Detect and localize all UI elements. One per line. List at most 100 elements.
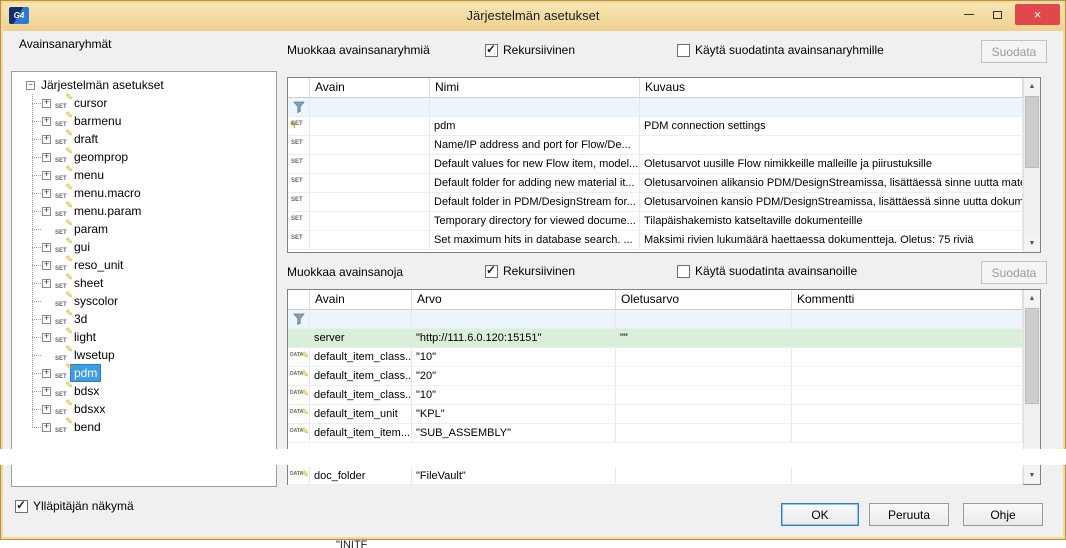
cell-kommentti[interactable] — [792, 367, 1023, 385]
tree-item-label-selected[interactable]: pdm — [71, 365, 100, 381]
filter-cell[interactable] — [310, 98, 430, 116]
expander-icon[interactable] — [42, 117, 51, 126]
tree-item-label[interactable]: draft — [71, 131, 101, 147]
cell-avain[interactable]: default_item_class... — [310, 367, 412, 385]
tree-item-barmenu[interactable]: barmenu — [12, 112, 276, 130]
table-row[interactable]: default_item_class... "10" — [288, 348, 1023, 367]
tree-item-lwsetup[interactable]: lwsetup — [12, 346, 276, 364]
tree-item-label[interactable]: sheet — [71, 275, 106, 291]
expander-icon[interactable] — [42, 423, 51, 432]
maximize-button[interactable] — [983, 4, 1012, 25]
tree-item-reso-unit[interactable]: reso_unit — [12, 256, 276, 274]
checkbox-checked-icon[interactable] — [485, 265, 498, 278]
tree-item-label[interactable]: light — [71, 329, 99, 345]
table-row[interactable]: Default folder for adding new material i… — [288, 174, 1023, 193]
cell-kommentti[interactable] — [792, 348, 1023, 366]
table-row[interactable]: default_item_unit "KPL" — [288, 405, 1023, 424]
filter-cell[interactable] — [640, 98, 1023, 116]
cell-kuvaus[interactable]: Maksimi rivien lukumäärä haettaessa doku… — [640, 231, 1023, 249]
tree-item-light[interactable]: light — [12, 328, 276, 346]
expander-icon[interactable] — [42, 189, 51, 198]
table-row[interactable]: Temporary directory for viewed docume...… — [288, 212, 1023, 231]
cell-kommentti[interactable] — [792, 386, 1023, 404]
column-header-oletusarvo[interactable]: Oletusarvo — [616, 290, 792, 309]
cell-arvo[interactable]: "10" — [412, 348, 616, 366]
column-header-avain[interactable]: Avain — [310, 78, 430, 97]
filter-cell[interactable] — [792, 310, 1023, 328]
tree-item-3d[interactable]: 3d — [12, 310, 276, 328]
table-row[interactable]: default_item_item... "SUB_ASSEMBLY" — [288, 424, 1023, 443]
tree-item-draft[interactable]: draft — [12, 130, 276, 148]
expander-icon[interactable] — [42, 333, 51, 342]
tree-item-label[interactable]: gui — [71, 239, 93, 255]
cell-avain[interactable]: doc_folder — [310, 467, 412, 484]
cell-kuvaus[interactable] — [640, 136, 1023, 154]
tree-item-label[interactable]: syscolor — [71, 293, 121, 309]
table-row[interactable]: Set maximum hits in database search. ...… — [288, 231, 1023, 250]
tree-item-label[interactable]: menu.param — [71, 203, 144, 219]
cell-avain[interactable] — [310, 212, 430, 230]
tree-item-label[interactable]: reso_unit — [71, 257, 126, 273]
table-row-highlighted[interactable]: server "http://111.6.0.120:15151" "" — [288, 329, 1023, 348]
column-header-icon[interactable] — [288, 290, 310, 309]
cell-kuvaus[interactable]: PDM connection settings — [640, 117, 1023, 135]
cell-arvo[interactable]: "20" — [412, 367, 616, 385]
cell-avain[interactable]: server — [310, 329, 412, 347]
tree-item-label[interactable]: geomprop — [71, 149, 131, 165]
checkbox-unchecked-icon[interactable] — [677, 265, 690, 278]
column-header-kuvaus[interactable]: Kuvaus — [640, 78, 1023, 97]
cell-avain[interactable]: default_item_class... — [310, 386, 412, 404]
tree-item-sheet[interactable]: sheet — [12, 274, 276, 292]
table-row[interactable]: default_item_class... "10" — [288, 386, 1023, 405]
cell-kommentti[interactable] — [792, 424, 1023, 442]
filter-cell[interactable] — [310, 310, 412, 328]
expander-icon[interactable] — [42, 315, 51, 324]
tree-item-label[interactable]: menu.macro — [71, 185, 144, 201]
cell-kuvaus[interactable]: Oletusarvot uusille Flow nimikkeille mal… — [640, 155, 1023, 173]
cell-arvo[interactable]: "http://111.6.0.120:15151" — [412, 329, 616, 347]
groups-use-filter-checkbox[interactable]: Käytä suodatinta avainsanaryhmille — [677, 43, 884, 57]
title-bar[interactable]: G4 Järjestelmän asetukset — [1, 1, 1065, 31]
cell-oletusarvo[interactable] — [616, 386, 792, 404]
cell-kommentti[interactable] — [792, 405, 1023, 423]
cell-avain[interactable]: default_item_unit — [310, 405, 412, 423]
cell-nimi[interactable]: pdm — [430, 117, 640, 135]
groups-filter-button[interactable]: Suodata — [981, 40, 1047, 63]
tree-root[interactable]: Järjestelmän asetukset — [12, 76, 276, 94]
tree-root-label[interactable]: Järjestelmän asetukset — [38, 77, 167, 93]
tree-item-label[interactable]: bdsxx — [71, 401, 108, 417]
cell-avain[interactable] — [310, 117, 430, 135]
cell-avain[interactable] — [310, 193, 430, 211]
expander-icon[interactable] — [42, 405, 51, 414]
minimize-button[interactable] — [954, 4, 983, 25]
cell-nimi[interactable]: Set maximum hits in database search. ... — [430, 231, 640, 249]
cell-nimi[interactable]: Default folder for adding new material i… — [430, 174, 640, 192]
scroll-up-icon[interactable]: ▲ — [1024, 78, 1040, 95]
expander-icon[interactable] — [42, 243, 51, 252]
tree-item-label[interactable]: cursor — [71, 95, 110, 111]
cell-arvo[interactable]: "FileVault" — [412, 467, 616, 484]
filter-cell[interactable] — [412, 310, 616, 328]
cell-avain[interactable] — [310, 231, 430, 249]
expander-icon[interactable] — [42, 261, 51, 270]
cell-arvo[interactable]: "KPL" — [412, 405, 616, 423]
cell-oletusarvo[interactable] — [616, 405, 792, 423]
cell-oletusarvo[interactable] — [616, 424, 792, 442]
expander-icon[interactable] — [42, 135, 51, 144]
tree-item-bend[interactable]: bend — [12, 418, 276, 436]
groups-recursive-checkbox[interactable]: Rekursiivinen — [485, 43, 575, 57]
checkbox-checked-icon[interactable] — [15, 500, 28, 513]
cell-kuvaus[interactable]: Tilapäishakemisto katseltaville dokument… — [640, 212, 1023, 230]
expander-icon[interactable] — [42, 369, 51, 378]
filter-cell[interactable] — [616, 310, 792, 328]
tree-item-label[interactable]: param — [71, 221, 111, 237]
tree-item-param[interactable]: param — [12, 220, 276, 238]
tree-item-label[interactable]: barmenu — [71, 113, 124, 129]
column-header-arvo[interactable]: Arvo — [412, 290, 616, 309]
cancel-button[interactable]: Peruuta — [869, 503, 949, 526]
cell-oletusarvo[interactable] — [616, 467, 792, 484]
tree-item-label[interactable]: bdsx — [71, 383, 102, 399]
checkbox-checked-icon[interactable] — [485, 44, 498, 57]
column-header-nimi[interactable]: Nimi — [430, 78, 640, 97]
expander-icon[interactable] — [42, 99, 51, 108]
